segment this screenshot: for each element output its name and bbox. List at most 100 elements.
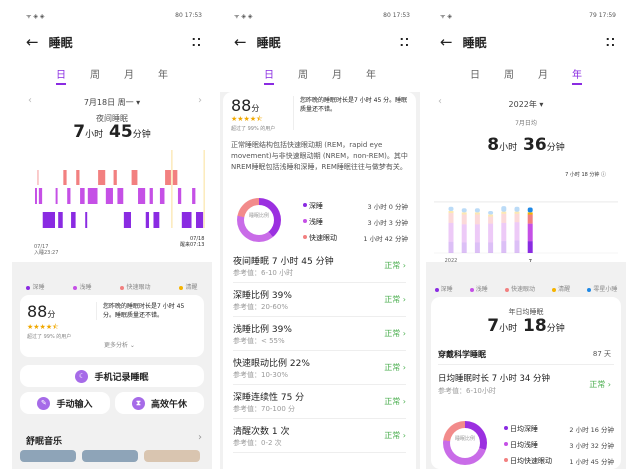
back-arrow-icon[interactable]: ←	[234, 33, 247, 51]
status-icons: ᯤ ◈	[440, 13, 452, 20]
metric-status[interactable]: 正常 ›	[384, 396, 406, 407]
tab-month[interactable]: 月	[332, 66, 342, 85]
sleep-score: 88分	[231, 96, 260, 115]
donut-label: 睡眠比例	[248, 213, 269, 219]
status-time: 80 17:53	[383, 12, 410, 19]
status-time: 79 17:59	[589, 12, 616, 19]
back-arrow-icon[interactable]: ←	[26, 33, 39, 51]
summary-text: 您昨晚的睡眠时长是7 小时 45 分。睡眠质量还不错。	[96, 302, 198, 320]
stage-segment-rem	[98, 170, 106, 185]
tab-year[interactable]: 年	[366, 66, 376, 85]
breakdown-rem: 日均快速眼动 1 小时 45 分钟	[504, 456, 614, 466]
info-icon[interactable]: ⓘ	[601, 172, 606, 178]
breakdown-rem: 快速眼动 1 小时 42 分钟	[303, 233, 408, 243]
metric-row[interactable]: 快速眼动比例 22% 参考值：10-30% 正常 ›	[233, 351, 406, 385]
music-thumb[interactable]	[20, 450, 76, 462]
metric-row[interactable]: 夜间睡眠 7 小时 45 分钟 参考值：6-10 小时 正常 ›	[233, 249, 406, 283]
tab-year[interactable]: 年	[158, 66, 168, 85]
metric-row[interactable]: 清醒次数 1 次参考值：0-2 次 正常 ›	[233, 419, 406, 453]
detail-screen: ᯤ ◈ ◈ 80 17:53 ← 睡眠 ⁚⁚ 日 周 月 年 88分 ★★★★⯪ 超过了 9…	[220, 0, 420, 469]
metric-status[interactable]: 正常 ›	[384, 260, 406, 271]
stage-segment-deep	[181, 212, 192, 228]
bar-清醒	[448, 211, 454, 214]
annual-duration: 7小时 18分钟	[487, 316, 565, 336]
edit-icon: ✎	[37, 396, 51, 410]
legend-awake: 清醒	[552, 284, 570, 293]
more-icon[interactable]: ⁚⁚	[400, 36, 410, 49]
tab-year[interactable]: 年	[572, 66, 582, 85]
stage-segment-deep	[71, 212, 76, 228]
music-thumb[interactable]	[144, 450, 200, 462]
metric-title: 快速眼动比例 22%	[233, 359, 310, 369]
tab-day[interactable]: 日	[470, 66, 480, 85]
daily-avg-title: 日均睡眠时长 7 小时 34 分钟	[438, 374, 551, 384]
page-title: 睡眠	[48, 35, 73, 50]
tab-day[interactable]: 日	[264, 66, 274, 85]
phone-record-sleep-button[interactable]: ☾ 手机记录睡眠	[20, 365, 204, 387]
manual-input-button[interactable]: ✎ 手动输入	[20, 392, 110, 414]
sleep-ratio-donut: 睡眠比例	[443, 421, 487, 465]
year-view-screen: ᯤ ◈ 79 17:59 ← 睡眠 ⁚⁚ 日周月年 ‹ 2022年 ▾ 7月日均 8小…	[426, 0, 626, 469]
year-selector[interactable]: 2022年 ▾	[426, 99, 626, 110]
stage-segment-light	[159, 188, 165, 204]
tab-day[interactable]: 日	[56, 66, 66, 85]
stage-segment-light	[138, 188, 146, 204]
back-arrow-icon[interactable]: ←	[440, 33, 453, 51]
tab-week[interactable]: 周	[298, 66, 308, 85]
daily-status-link[interactable]: 正常 ›	[589, 379, 611, 390]
chevron-right-icon[interactable]: ›	[198, 432, 202, 443]
breakdown-deep: 深睡 3 小时 0 分钟	[303, 201, 408, 211]
year-content: 深睡 浅睡 快速眼动 清醒 零星小睡 年日均睡眠 7小时 18分钟 穿戴科学睡眠…	[426, 262, 626, 469]
stage-segment-deep	[42, 212, 56, 228]
stage-segment-awake	[203, 150, 205, 228]
breakdown-light: 浅睡 3 小时 3 分钟	[303, 217, 408, 227]
metric-status[interactable]: 正常 ›	[384, 328, 406, 339]
legend-deep: 深睡	[434, 284, 453, 293]
stage-segment-deep	[85, 212, 88, 228]
more-analysis-link[interactable]: 更多分析 ⌄	[104, 340, 135, 349]
music-thumb[interactable]	[82, 450, 138, 462]
metric-row[interactable]: 浅睡比例 39% 参考值：< 55% 正常 ›	[233, 317, 406, 351]
nap-button[interactable]: ⧗ 高效午休	[115, 392, 204, 414]
stage-segment-light	[192, 188, 196, 204]
stage-segment-light	[105, 188, 113, 204]
sleep-end: 07/18 醒来07:13	[180, 236, 205, 248]
status-time: 80 17:53	[175, 12, 202, 19]
bar-浅睡	[474, 224, 480, 243]
moon-icon: ☾	[75, 369, 89, 383]
bar-深睡	[474, 242, 480, 253]
metric-status[interactable]: 正常 ›	[384, 430, 406, 441]
tab-month[interactable]: 月	[538, 66, 548, 85]
annual-card: 年日均睡眠 7小时 18分钟 穿戴科学睡眠 87 天 日均睡眠时长 7 小时 3…	[431, 297, 621, 469]
bar-清醒	[527, 212, 533, 215]
bar-清醒	[474, 212, 480, 215]
sleep-ratio-donut: 睡眠比例	[237, 198, 281, 242]
bar-清醒	[501, 211, 507, 214]
bar-浅睡	[488, 223, 494, 243]
stage-segment-light	[177, 188, 182, 204]
hourglass-icon: ⧗	[131, 396, 145, 410]
tab-week[interactable]: 周	[90, 66, 100, 85]
bar-快速眼动	[488, 216, 494, 224]
bar-浅睡	[501, 222, 507, 242]
metric-row[interactable]: 深睡连续性 75 分参考值：70-100 分 正常 ›	[233, 385, 406, 419]
more-icon[interactable]: ⁚⁚	[606, 36, 616, 49]
tab-week[interactable]: 周	[504, 66, 514, 85]
metric-ref: 参考值：6-10 小时	[233, 269, 294, 277]
metric-status[interactable]: 正常 ›	[384, 362, 406, 373]
breakdown-light: 日均浅睡 3 小时 32 分钟	[504, 440, 614, 450]
more-icon[interactable]: ⁚⁚	[192, 36, 202, 49]
status-icons: ᯤ ◈ ◈	[234, 13, 253, 20]
metric-status[interactable]: 正常 ›	[384, 294, 406, 305]
stage-segment-deep	[153, 212, 160, 228]
metric-row[interactable]: 深睡比例 39% 参考值：20-60% 正常 ›	[233, 283, 406, 317]
metric-ref: 参考值：< 55%	[233, 337, 285, 345]
stage-legend: 深睡 浅睡 快速眼动 清醒 零星小睡	[426, 284, 626, 293]
tab-month[interactable]: 月	[124, 66, 134, 85]
bar-深睡	[514, 240, 520, 253]
legend-light: 浅睡	[469, 284, 488, 293]
bar-深睡	[527, 241, 533, 253]
bar-清醒	[488, 214, 494, 217]
analysis-card: 88分 ★★★★⯪ 超过了 99% 的用户 您昨晚的睡眠时长是7 小时 45 分…	[223, 92, 416, 469]
date-selector[interactable]: 7月18日 周一 ▾	[12, 97, 212, 108]
